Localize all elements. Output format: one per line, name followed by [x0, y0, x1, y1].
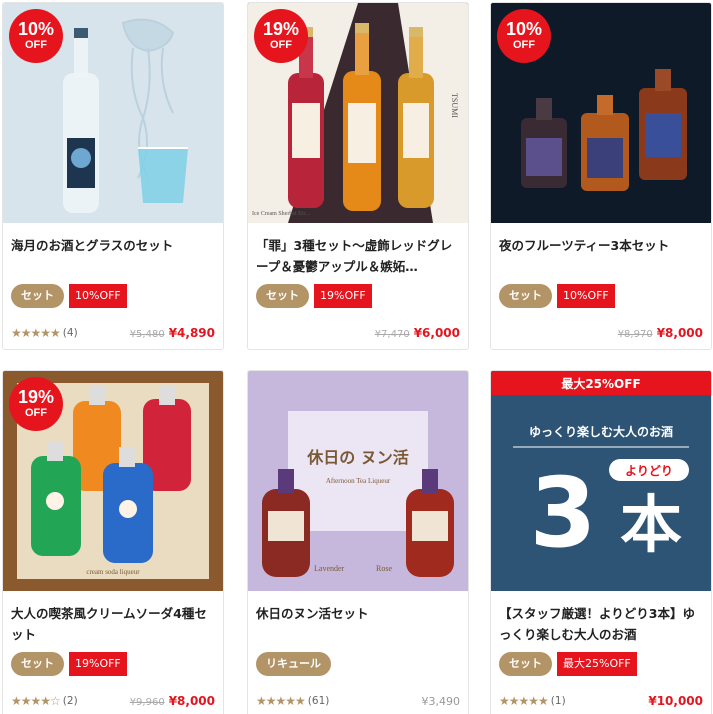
tag-row: セット 10%OFF: [499, 284, 615, 308]
badge-percent: 19%: [17, 387, 55, 407]
badge-percent: 10%: [17, 19, 55, 39]
original-price: ¥9,960: [129, 697, 165, 708]
sale-price: ¥8,000: [168, 694, 215, 708]
product-title[interactable]: 休日のヌン活セット: [256, 603, 462, 645]
sale-price: ¥4,890: [168, 326, 215, 340]
sale-price: ¥6,000: [413, 326, 460, 340]
tag-row: リキュール: [256, 652, 331, 676]
original-price: ¥5,480: [129, 329, 165, 340]
review-count: (1): [550, 695, 566, 707]
tag-row: セット 19%OFF: [11, 652, 127, 676]
star-rating-icon: ★★★★☆: [11, 694, 61, 708]
category-tag: リキュール: [256, 652, 331, 676]
price-group: ¥10,000: [648, 694, 703, 708]
product-title[interactable]: 夜のフルーツティー3本セット: [499, 235, 705, 277]
product-grid: 10% OFF 海月のお酒とグラスのセット セット 10%OFF ★★★★★ (…: [0, 0, 713, 714]
product-title[interactable]: 大人の喫茶風クリームソーダ4種セット: [11, 603, 217, 645]
tag-row: セット 19%OFF: [256, 284, 372, 308]
image-label-text: Ice Cream Sherbet Etc...: [252, 211, 311, 217]
badge-off: OFF: [25, 407, 47, 419]
rating-price-row: ★★★★☆ (2) ¥9,960 ¥8,000: [11, 693, 215, 709]
tag-row: セット 10%OFF: [11, 284, 127, 308]
discount-badge: 10% OFF: [9, 9, 63, 63]
product-image[interactable]: 最大25%OFF ゆっくり楽しむ大人のお酒 3 本 よりどり: [491, 371, 711, 591]
badge-percent: 19%: [262, 19, 300, 39]
image-left-text: Lavender: [314, 564, 345, 573]
star-rating-icon: ★★★★★: [499, 694, 549, 708]
category-tag: セット: [11, 284, 64, 308]
rating-price-row: ★★★★★ (61) ¥3,490: [256, 693, 460, 709]
star-rating-icon: ★★★★★: [256, 694, 306, 708]
category-tag: セット: [256, 284, 309, 308]
image-head-text: ゆっくり楽しむ大人のお酒: [529, 424, 673, 439]
product-card[interactable]: 最大25%OFF ゆっくり楽しむ大人のお酒 3 本 よりどり 【スタッフ厳選！よ…: [490, 370, 712, 714]
badge-off: OFF: [270, 39, 292, 51]
star-rating-icon: ★★★★★: [11, 326, 61, 340]
price-group: ¥9,960 ¥8,000: [130, 694, 215, 708]
image-right-text: Rose: [376, 564, 392, 573]
tag-row: セット 最大25%OFF: [499, 652, 637, 676]
price-group: ¥3,490: [422, 695, 461, 708]
review-count: (61): [307, 695, 330, 707]
rating-price-row: ★★★★★ (1) ¥10,000: [499, 693, 703, 709]
image-pick-text: よりどり: [625, 464, 673, 478]
discount-tag: 最大25%OFF: [557, 652, 637, 676]
category-tag: セット: [499, 284, 552, 308]
category-tag: セット: [499, 652, 552, 676]
discount-tag: 10%OFF: [69, 284, 127, 308]
price-group: ¥7,470 ¥6,000: [375, 326, 460, 340]
badge-off: OFF: [513, 39, 535, 51]
product-card[interactable]: cream soda liqueur 19% OFF 大人の喫茶風クリームソーダ…: [2, 370, 224, 714]
category-tag: セット: [11, 652, 64, 676]
image-big-number: 3: [530, 457, 597, 569]
badge-percent: 10%: [505, 19, 543, 39]
product-card[interactable]: 10% OFF 海月のお酒とグラスのセット セット 10%OFF ★★★★★ (…: [2, 2, 224, 350]
rating-price-row: ¥7,470 ¥6,000: [256, 325, 460, 341]
badge-off: OFF: [25, 39, 47, 51]
discount-badge: 19% OFF: [9, 377, 63, 431]
discount-tag: 10%OFF: [557, 284, 615, 308]
original-price: ¥8,970: [617, 329, 653, 340]
discount-badge: 19% OFF: [254, 9, 308, 63]
sale-price: ¥8,000: [656, 326, 703, 340]
product-card[interactable]: TSUMI Ice Cream Sherbet Etc... 19% OFF 「…: [247, 2, 469, 350]
price: ¥3,490: [421, 694, 461, 708]
rating-price-row: ¥8,970 ¥8,000: [499, 325, 703, 341]
image-sub-text: Afternoon Tea Liqueur: [326, 477, 391, 485]
review-count: (2): [62, 695, 78, 707]
image-big-kanji: 本: [620, 488, 682, 561]
review-count: (4): [62, 327, 78, 339]
discount-tag: 19%OFF: [314, 284, 372, 308]
discount-badge: 10% OFF: [497, 9, 551, 63]
price-group: ¥5,480 ¥4,890: [130, 326, 215, 340]
product-card[interactable]: 休日の ヌン活 Afternoon Tea Liqueur Lavender R…: [247, 370, 469, 714]
image-footer-text: cream soda liqueur: [86, 568, 140, 576]
discount-tag: 19%OFF: [69, 652, 127, 676]
rating-price-row: ★★★★★ (4) ¥5,480 ¥4,890: [11, 325, 215, 341]
sale-price: ¥10,000: [648, 694, 703, 708]
product-image[interactable]: 休日の ヌン活 Afternoon Tea Liqueur Lavender R…: [248, 371, 468, 591]
product-title[interactable]: 海月のお酒とグラスのセット: [11, 235, 217, 277]
product-title[interactable]: 「罪」3種セット〜虚飾レッドグレープ＆憂鬱アップル＆嫉妬…: [256, 235, 462, 277]
price-group: ¥8,970 ¥8,000: [618, 326, 703, 340]
product-card[interactable]: 10% OFF 夜のフルーツティー3本セット セット 10%OFF ¥8,970…: [490, 2, 712, 350]
original-price: ¥7,470: [374, 329, 410, 340]
image-banner-text: 最大25%OFF: [561, 376, 640, 391]
product-title[interactable]: 【スタッフ厳選！よりどり3本】ゆっくり楽しむ大人のお酒: [499, 603, 705, 645]
image-heading-text: 休日の ヌン活: [306, 448, 409, 467]
image-side-text: TSUMI: [450, 93, 459, 118]
